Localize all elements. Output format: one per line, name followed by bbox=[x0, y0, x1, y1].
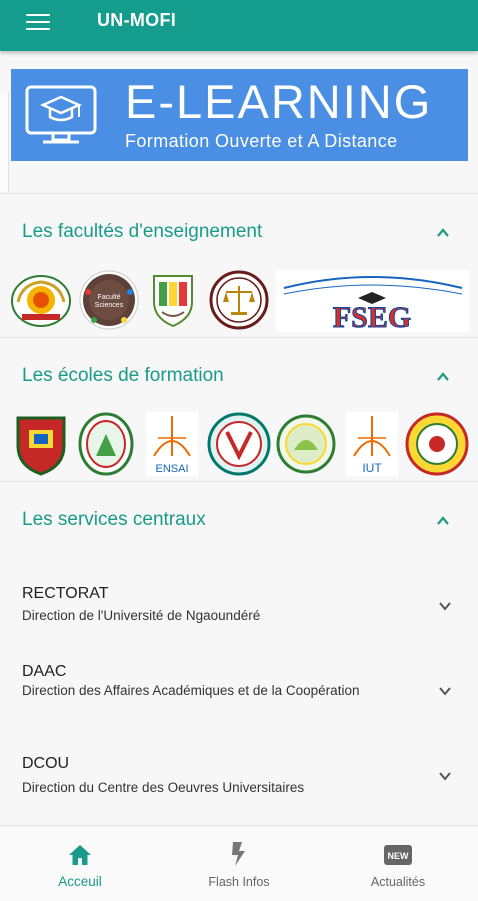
new-badge-icon: NEW bbox=[384, 845, 412, 865]
nav-label: Acceuil bbox=[58, 874, 102, 889]
app-bar: UN-MOFI bbox=[0, 0, 478, 51]
service-name: DCOU bbox=[22, 755, 70, 772]
iut-logo[interactable]: IUT bbox=[346, 412, 398, 476]
schools-title[interactable]: Les écoles de formation bbox=[22, 365, 224, 387]
banner-title: E-LEARNING bbox=[125, 75, 433, 128]
menu-icon[interactable] bbox=[26, 13, 50, 30]
svg-text:NEW: NEW bbox=[388, 851, 410, 861]
fseg-text: FSEG bbox=[333, 301, 411, 332]
service-name: DAAC bbox=[22, 663, 67, 680]
drawer-edge bbox=[0, 92, 9, 192]
faculty-logo-1[interactable] bbox=[10, 274, 72, 328]
home-icon bbox=[69, 845, 91, 865]
svg-text:Sciences: Sciences bbox=[95, 302, 124, 309]
chevron-up-icon[interactable] bbox=[436, 514, 450, 528]
service-item-rectorat[interactable]: RECTORAT Direction de l'Université de Ng… bbox=[22, 585, 452, 625]
svg-text:Faculté: Faculté bbox=[98, 294, 121, 301]
faculty-sciences-logo[interactable]: Faculté Sciences bbox=[79, 270, 139, 330]
bottom-navigation: Acceuil Flash Infos NEW Actualités bbox=[0, 825, 478, 901]
faculties-title[interactable]: Les facultés d'enseignement bbox=[22, 221, 262, 243]
nav-actualites[interactable]: NEW Actualités bbox=[338, 826, 458, 901]
school-logo-1[interactable] bbox=[14, 414, 68, 476]
school-logo-4[interactable] bbox=[207, 412, 271, 476]
elearning-banner[interactable]: E-LEARNING Formation Ouverte et A Distan… bbox=[11, 69, 468, 161]
app-title: UN-MOFI bbox=[97, 10, 177, 30]
nav-label: Actualités bbox=[370, 875, 426, 889]
nav-accueil[interactable]: Acceuil bbox=[20, 826, 140, 901]
computer-graduation-icon bbox=[25, 85, 97, 144]
school-logo-5[interactable] bbox=[276, 414, 336, 474]
chevron-down-icon[interactable] bbox=[438, 769, 452, 783]
service-item-dcou[interactable]: DCOU Direction du Centre des Oeuvres Uni… bbox=[22, 755, 452, 797]
service-desc: Direction du Centre des Oeuvres Universi… bbox=[22, 780, 305, 795]
fseg-logo[interactable]: FSEG bbox=[276, 270, 469, 332]
nav-flash-infos[interactable]: Flash Infos bbox=[179, 826, 299, 901]
chevron-down-icon[interactable] bbox=[438, 599, 452, 613]
service-name: RECTORAT bbox=[22, 585, 109, 602]
chevron-up-icon[interactable] bbox=[436, 226, 450, 240]
service-desc: Direction de l'Université de Ngaoundéré bbox=[22, 608, 261, 623]
school-logo-7[interactable] bbox=[404, 412, 470, 476]
flash-icon bbox=[232, 842, 245, 866]
ensai-logo[interactable]: ENSAI bbox=[146, 412, 198, 476]
svg-text:ENSAI: ENSAI bbox=[155, 463, 188, 475]
banner-subtitle: Formation Ouverte et A Distance bbox=[125, 131, 398, 151]
faculties-section: Les facultés d'enseignement Faculté Scie… bbox=[0, 193, 478, 337]
service-item-daac[interactable]: DAAC Direction des Affaires Académiques … bbox=[22, 663, 452, 700]
schools-section: Les écoles de formation ENSAI IUT bbox=[0, 337, 478, 481]
services-section: Les services centraux RECTORAT Direction… bbox=[0, 481, 478, 826]
chevron-up-icon[interactable] bbox=[436, 370, 450, 384]
nav-label: Flash Infos bbox=[208, 875, 270, 889]
school-logo-2[interactable] bbox=[78, 412, 134, 476]
faculty-law-logo[interactable] bbox=[209, 270, 269, 330]
svg-text:IUT: IUT bbox=[362, 461, 382, 475]
services-title[interactable]: Les services centraux bbox=[22, 509, 206, 531]
service-desc: Direction des Affaires Académiques et de… bbox=[22, 683, 360, 698]
faculty-logo-3[interactable] bbox=[150, 272, 196, 328]
chevron-down-icon[interactable] bbox=[438, 684, 452, 698]
